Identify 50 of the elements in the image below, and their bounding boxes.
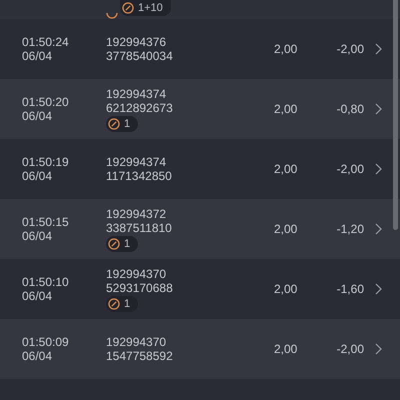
chevron-right-icon	[375, 343, 382, 355]
time-text: 01:50:20	[22, 95, 70, 109]
stake-amount: 2,00	[273, 342, 298, 356]
chevron-right-icon	[375, 283, 382, 295]
bet-row[interactable]: 01:50:15 06/04 192994372 3387511810 1 2,00 -1,20	[0, 199, 400, 259]
ticket-number: 192994376	[106, 35, 168, 49]
ticket-number: 192994370	[106, 335, 168, 349]
chevron-right-icon	[375, 43, 382, 55]
stake-amount: 2,00	[273, 162, 298, 176]
date-text: 06/04	[22, 169, 54, 183]
ticket-number: 192994370	[106, 266, 168, 280]
bet-code: 1547758592	[106, 349, 174, 363]
bet-row[interactable]: 01:50:20 06/04 192994374 6212892673 1 2,00 -0,80	[0, 79, 400, 139]
time-text: 01:50:10	[22, 275, 70, 289]
bet-row[interactable]: 01:50:09 06/04 192994370 1547758592 2,00 -2,00	[0, 319, 400, 379]
time-text: 01:50:19	[22, 155, 70, 169]
bet-code: 6212892673	[106, 100, 174, 114]
result-amount: -2,00	[336, 342, 364, 356]
bet-code: 5293170688	[106, 280, 174, 294]
badge: 1	[106, 116, 138, 132]
time-text: 01:50:09	[22, 335, 70, 349]
result-amount: -1,20	[336, 222, 364, 236]
date-text: 06/04	[22, 229, 54, 243]
date-text: 06/04	[22, 289, 54, 303]
chevron-right-icon	[375, 223, 382, 235]
bet-code: 1171342850	[106, 169, 173, 183]
chevron-right-icon	[375, 163, 382, 175]
time-text: 01:50:24	[22, 35, 70, 49]
badge: 1	[106, 236, 138, 252]
bet-code: 3387511810	[106, 220, 173, 234]
badge: 1	[106, 296, 138, 312]
stake-amount: 2,00	[273, 102, 298, 116]
scrollbar[interactable]	[393, 0, 398, 230]
date-text: 06/04	[22, 109, 54, 123]
stake-amount: 2,00	[273, 42, 298, 56]
ticket-number: 192994372	[106, 206, 168, 220]
ticket-number: 192994374	[106, 86, 168, 100]
bet-code: 3778540034	[106, 49, 174, 63]
chevron-right-icon	[375, 103, 382, 115]
time-text: 01:50:15	[22, 215, 70, 229]
date-text: 06/04	[22, 349, 54, 363]
date-text: 06/04	[22, 49, 54, 63]
result-amount: -2,00	[336, 42, 364, 56]
result-amount: -0,80	[336, 102, 364, 116]
stake-amount: 2,00	[273, 282, 298, 296]
ticket-number: 192994374	[106, 155, 168, 169]
badge: 1+10	[120, 0, 171, 16]
result-amount: -2,00	[336, 162, 364, 176]
result-amount: -1,60	[336, 282, 364, 296]
stake-amount: 2,00	[273, 222, 298, 236]
